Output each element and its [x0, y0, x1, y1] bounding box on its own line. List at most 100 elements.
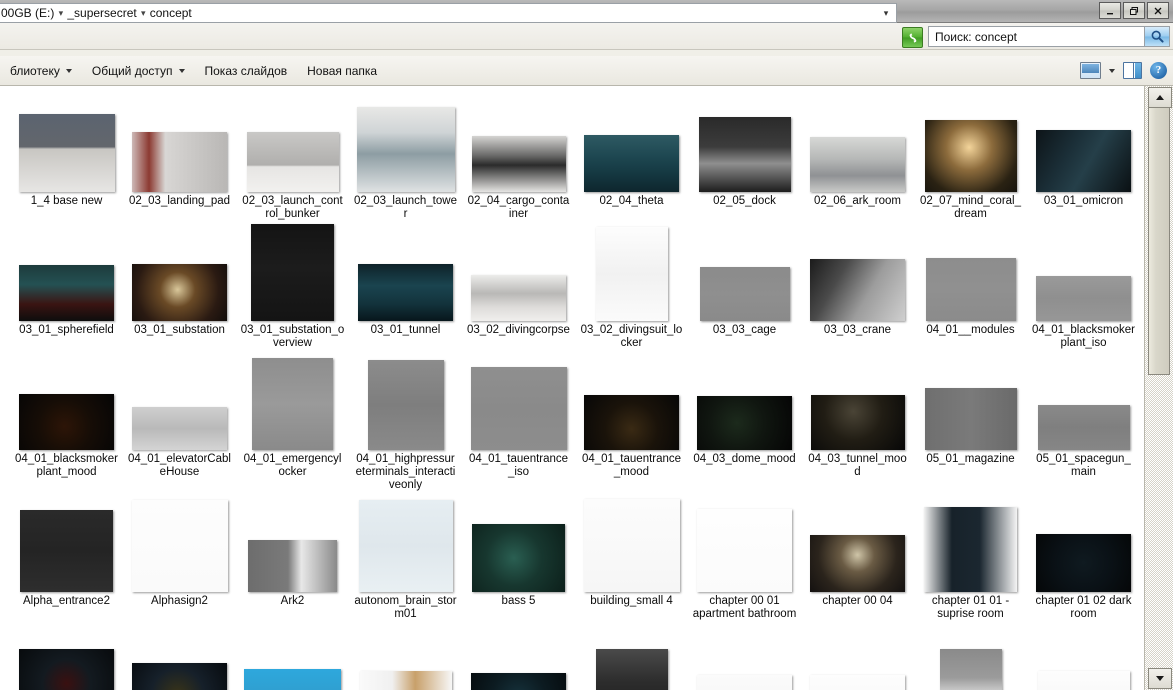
thumbnail-wrapper[interactable]	[349, 96, 462, 192]
file-thumbnail[interactable]	[20, 510, 113, 592]
file-item[interactable]: 04_01_highpressureterminals_interactiveo…	[349, 350, 462, 492]
file-thumbnail[interactable]	[697, 509, 792, 592]
file-thumbnail[interactable]	[584, 395, 679, 450]
thumbnail-wrapper[interactable]	[688, 354, 801, 450]
thumbnail-wrapper[interactable]	[801, 625, 914, 690]
file-thumbnail[interactable]	[810, 395, 905, 450]
file-item[interactable]: Alphasign2	[123, 492, 236, 608]
thumbnail-wrapper[interactable]	[914, 354, 1027, 450]
thumbnail-wrapper[interactable]	[462, 96, 575, 192]
chevron-down-icon[interactable]	[178, 68, 185, 73]
file-thumbnail[interactable]	[251, 224, 334, 321]
thumbnail-wrapper[interactable]	[688, 625, 801, 690]
file-thumbnail[interactable]	[246, 132, 339, 192]
search-box[interactable]: Поиск: concept	[928, 26, 1170, 47]
thumbnail-wrapper[interactable]	[801, 96, 914, 192]
file-thumbnail[interactable]	[584, 135, 679, 192]
file-item[interactable]: 02_04_theta	[575, 92, 688, 208]
thumbnail-wrapper[interactable]	[349, 225, 462, 321]
file-thumbnail[interactable]	[1036, 130, 1131, 192]
vertical-scrollbar[interactable]	[1144, 86, 1173, 690]
chevron-down-icon[interactable]	[1109, 68, 1115, 73]
close-button[interactable]	[1147, 2, 1169, 19]
breadcrumb-separator-icon[interactable]: ▾	[55, 5, 66, 21]
file-item[interactable]: chapter 01 01 - suprise room	[914, 492, 1027, 621]
thumbnail-wrapper[interactable]	[1027, 625, 1140, 690]
thumbnail-wrapper[interactable]	[575, 496, 688, 592]
file-thumbnail[interactable]	[131, 500, 228, 592]
thumbnail-wrapper[interactable]	[349, 496, 462, 592]
file-item[interactable]	[10, 621, 123, 690]
refresh-button[interactable]	[902, 27, 923, 48]
file-thumbnail[interactable]	[471, 275, 566, 321]
thumbnail-wrapper[interactable]	[688, 496, 801, 592]
thumbnail-wrapper[interactable]	[10, 625, 123, 690]
thumbnail-wrapper[interactable]	[801, 225, 914, 321]
file-item[interactable]: 03_01_omicron	[1027, 92, 1140, 208]
file-item[interactable]: 02_03_landing_pad	[123, 92, 236, 208]
breadcrumb-item-drive[interactable]: 00GB (E:)	[0, 6, 55, 20]
file-thumbnail[interactable]	[19, 265, 114, 321]
file-thumbnail[interactable]	[19, 649, 114, 690]
thumbnail-wrapper[interactable]	[914, 225, 1027, 321]
file-thumbnail[interactable]	[699, 267, 790, 321]
file-item[interactable]: 1_4 base new	[10, 92, 123, 208]
file-thumbnail[interactable]	[810, 675, 905, 690]
file-item[interactable]: Alpha_entrance2	[10, 492, 123, 608]
thumbnail-wrapper[interactable]	[575, 354, 688, 450]
thumbnail-wrapper[interactable]	[123, 96, 236, 192]
thumbnail-wrapper[interactable]	[801, 354, 914, 450]
file-thumbnail[interactable]	[924, 507, 1017, 592]
file-thumbnail[interactable]	[595, 227, 668, 321]
file-item[interactable]: 02_04_cargo_container	[462, 92, 575, 221]
thumbnail-wrapper[interactable]	[462, 354, 575, 450]
thumbnail-wrapper[interactable]	[10, 354, 123, 450]
minimize-button[interactable]	[1099, 2, 1121, 19]
file-item[interactable]: 02_03_launch_tower	[349, 92, 462, 221]
scroll-up-button[interactable]	[1148, 87, 1172, 108]
file-thumbnail[interactable]	[471, 673, 566, 690]
file-item[interactable]: 04_01_blacksmoker plant_mood	[10, 350, 123, 479]
file-item[interactable]: 04_01_emergencylocker	[236, 350, 349, 479]
file-item[interactable]: 04_01_blacksmoker plant_iso	[1027, 221, 1140, 350]
thumbnail-wrapper[interactable]	[914, 625, 1027, 690]
restore-button[interactable]	[1123, 2, 1145, 19]
file-item[interactable]: 03_03_cage	[688, 221, 801, 337]
file-item[interactable]: 04_01_elevatorCableHouse	[123, 350, 236, 479]
file-thumbnail[interactable]	[244, 669, 341, 690]
file-thumbnail[interactable]	[925, 258, 1016, 321]
file-item[interactable]: chapter 01 02 dark room	[1027, 492, 1140, 621]
chevron-down-icon[interactable]: ▾	[878, 6, 894, 21]
file-item[interactable]: 04_01_tauentrance_iso	[462, 350, 575, 479]
thumbnail-wrapper[interactable]	[123, 225, 236, 321]
thumbnail-wrapper[interactable]	[462, 496, 575, 592]
thumbnail-wrapper[interactable]	[236, 354, 349, 450]
thumbnail-wrapper[interactable]	[688, 225, 801, 321]
thumbnail-wrapper[interactable]	[123, 496, 236, 592]
file-item[interactable]	[349, 621, 462, 690]
file-thumbnail[interactable]	[810, 137, 905, 192]
file-item[interactable]: chapter 00 04	[801, 492, 914, 608]
thumbnail-wrapper[interactable]	[914, 496, 1027, 592]
thumbnail-wrapper[interactable]	[236, 496, 349, 592]
file-thumbnail[interactable]	[939, 649, 1002, 690]
thumbnail-wrapper[interactable]	[349, 354, 462, 450]
file-thumbnail[interactable]	[595, 649, 668, 690]
file-thumbnail[interactable]	[1037, 405, 1130, 450]
file-thumbnail[interactable]	[1036, 276, 1131, 321]
file-item[interactable]	[123, 621, 236, 690]
thumbnail-wrapper[interactable]	[575, 96, 688, 192]
thumbnail-wrapper[interactable]	[462, 625, 575, 690]
file-thumbnail[interactable]	[356, 107, 455, 192]
file-list-view[interactable]: 1_4 base new 02_03_landing_pad 02_03_launc…	[0, 86, 1145, 690]
thumbnail-wrapper[interactable]	[1027, 96, 1140, 192]
file-item[interactable]: autonom_brain_storm01	[349, 492, 462, 621]
file-thumbnail[interactable]	[248, 540, 337, 592]
toolbar-item-share[interactable]: Общий доступ	[82, 60, 195, 82]
thumbnail-wrapper[interactable]	[801, 496, 914, 592]
file-item[interactable]: Ark2	[236, 492, 349, 608]
thumbnail-wrapper[interactable]	[236, 224, 349, 321]
file-thumbnail[interactable]	[367, 360, 444, 450]
thumbnail-wrapper[interactable]	[688, 96, 801, 192]
file-thumbnail[interactable]	[472, 524, 565, 592]
